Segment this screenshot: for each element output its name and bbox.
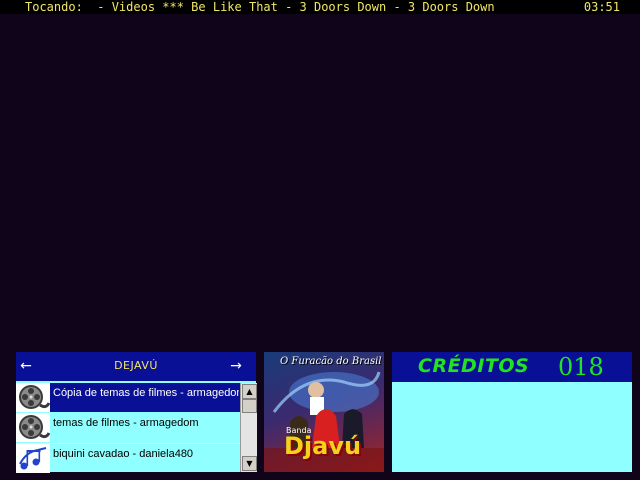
list-item[interactable]: temas de filmes - armagedom xyxy=(16,413,240,442)
album-cover: O Furacão do Brasil Banda Djavú xyxy=(264,352,384,472)
clock: 03:51 xyxy=(583,0,620,14)
list-item-label: Cópia de temas de filmes - armagedom xyxy=(53,387,239,399)
cover-band-name: Djavú xyxy=(284,432,362,460)
now-playing-text: Tocando: - Videos *** Be Like That - 3 D… xyxy=(25,0,495,14)
list-scrollbar[interactable]: ▲ ▼ xyxy=(240,383,257,472)
folder-title: DEJAVÚ xyxy=(114,359,158,372)
cover-title: O Furacão do Brasil xyxy=(280,356,382,367)
song-list: Cópia de temas de filmes - armagedom tem… xyxy=(16,383,240,473)
list-item[interactable]: biquini cavadao - daniela480 xyxy=(16,443,240,473)
scroll-thumb[interactable] xyxy=(242,399,257,413)
credits-header: CRÉDITOS 018 xyxy=(392,352,632,382)
list-item-label: temas de filmes - armagedom xyxy=(53,417,199,429)
credits-value: 018 xyxy=(558,353,604,381)
film-reel-icon xyxy=(16,413,51,442)
list-item-label: biquini cavadao - daniela480 xyxy=(53,448,194,460)
music-browser: ← DEJAVÚ → Cópia de temas de filmes - ar… xyxy=(16,352,257,473)
browser-header: ← DEJAVÚ → xyxy=(16,352,256,381)
film-reel-icon xyxy=(16,383,51,412)
now-playing-bar: Tocando: - Videos *** Be Like That - 3 D… xyxy=(0,0,640,14)
next-folder-arrow-icon[interactable]: → xyxy=(226,357,246,375)
credits-panel: CRÉDITOS 018 xyxy=(392,352,632,472)
scroll-down-icon[interactable]: ▼ xyxy=(242,456,257,471)
scroll-up-icon[interactable]: ▲ xyxy=(242,384,257,399)
music-notes-icon xyxy=(16,444,50,473)
credits-label: CRÉDITOS xyxy=(418,355,530,377)
list-item[interactable]: Cópia de temas de filmes - armagedom xyxy=(16,383,240,412)
